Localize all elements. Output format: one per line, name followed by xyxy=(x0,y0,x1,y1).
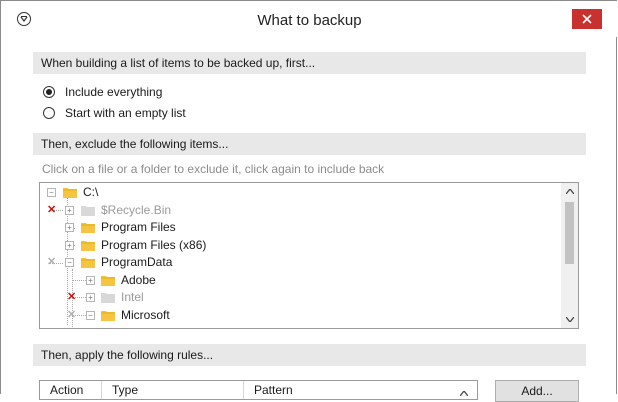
tree-item-label: Adobe xyxy=(121,273,156,287)
tree-item-program-files-x86[interactable]: + Program Files (x86) xyxy=(40,237,540,254)
window-title: What to backup xyxy=(257,12,362,29)
tree-item-label: Program Files xyxy=(101,220,176,234)
expand-icon[interactable]: + xyxy=(65,206,74,215)
column-header-pattern[interactable]: Pattern xyxy=(244,381,460,399)
expand-icon[interactable]: + xyxy=(86,293,95,302)
tree-item-program-files[interactable]: + Program Files xyxy=(40,219,540,236)
tree-item-label: C:\ xyxy=(83,185,99,199)
partial-mark-icon: ✕ xyxy=(67,309,77,321)
folder-icon xyxy=(63,188,77,198)
scroll-thumb[interactable] xyxy=(565,202,574,264)
file-tree[interactable]: − C:\ ✕ + $Recycle.Bin + Program Files +… xyxy=(39,182,579,329)
folder-icon xyxy=(81,258,95,268)
folder-icon xyxy=(81,241,95,251)
tree-item-label: Program Files (x86) xyxy=(101,238,207,252)
expand-icon[interactable]: + xyxy=(65,241,74,250)
folder-icon xyxy=(101,311,115,321)
radio-empty-list[interactable] xyxy=(43,107,55,119)
close-button[interactable] xyxy=(572,9,602,29)
collapse-icon[interactable]: − xyxy=(65,258,74,267)
partial-mark-icon: ✕ xyxy=(47,256,57,268)
section-header-exclude: Then, exclude the following items... xyxy=(33,133,586,155)
empty-list-label: Start with an empty list xyxy=(65,106,186,120)
tree-item-c-drive[interactable]: − C:\ xyxy=(40,184,540,201)
tree-item-label: Microsoft xyxy=(121,308,170,322)
rules-table[interactable]: Action Type Pattern xyxy=(39,380,478,400)
folder-icon xyxy=(81,206,95,216)
folder-icon xyxy=(81,223,95,233)
tree-item-microsoft[interactable]: ✕ − Microsoft xyxy=(40,307,540,324)
close-icon xyxy=(582,14,592,24)
tree-item-intel[interactable]: ✕ + Intel xyxy=(40,289,540,306)
collapse-icon[interactable]: − xyxy=(47,188,56,197)
title-bar: What to backup xyxy=(1,1,618,37)
tree-item-programdata[interactable]: ✕ − ProgramData xyxy=(40,254,540,271)
scroll-up-icon[interactable] xyxy=(561,183,578,200)
tree-item-label: $Recycle.Bin xyxy=(101,203,172,217)
collapse-icon[interactable]: − xyxy=(86,311,95,320)
excluded-mark-icon: ✕ xyxy=(47,204,57,216)
table-scroll-up-icon[interactable] xyxy=(459,385,469,399)
tree-scrollbar[interactable] xyxy=(561,183,578,328)
radio-include-everything[interactable] xyxy=(43,86,55,98)
include-everything-option[interactable]: Include everything xyxy=(43,83,162,101)
dialog-window: What to backup When building a list of i… xyxy=(0,0,618,402)
tree-item-adobe[interactable]: + Adobe xyxy=(40,272,540,289)
exclude-hint: Click on a file or a folder to exclude i… xyxy=(42,162,385,176)
include-everything-label: Include everything xyxy=(65,85,163,99)
scroll-down-icon[interactable] xyxy=(561,311,578,328)
expand-icon[interactable]: + xyxy=(86,276,95,285)
tree-item-label: ProgramData xyxy=(101,255,173,269)
column-header-type[interactable]: Type xyxy=(102,381,244,399)
expand-icon[interactable]: + xyxy=(65,223,74,232)
folder-icon xyxy=(101,293,115,303)
tree-item-label: Intel xyxy=(121,290,144,304)
section-header-rules: Then, apply the following rules... xyxy=(33,344,586,366)
tree-item-recycle-bin[interactable]: ✕ + $Recycle.Bin xyxy=(40,202,540,219)
column-header-action[interactable]: Action xyxy=(40,381,102,399)
empty-list-option[interactable]: Start with an empty list xyxy=(43,104,186,122)
section-header-first: When building a list of items to be back… xyxy=(33,52,586,74)
add-rule-button[interactable]: Add... xyxy=(495,380,579,402)
folder-icon xyxy=(101,276,115,286)
excluded-mark-icon: ✕ xyxy=(67,291,77,303)
